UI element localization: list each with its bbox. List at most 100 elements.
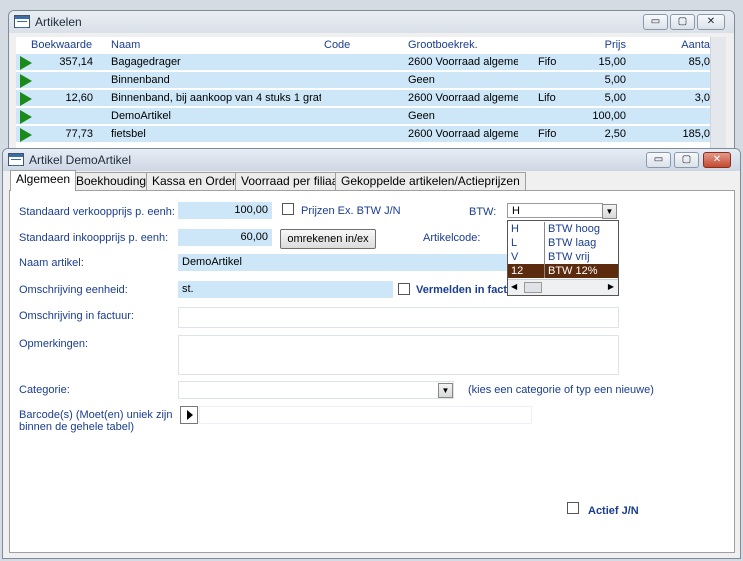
cell-prijs: 2,50: [604, 128, 626, 140]
btw-desc: BTW laag: [548, 237, 597, 249]
cell-methode: Lifo: [538, 92, 556, 104]
grid-vertical-scrollbar[interactable]: [710, 37, 726, 152]
categorie-hint: (kies een categorie of typ een nieuwe): [468, 384, 654, 396]
opmerkingen-field[interactable]: [178, 335, 619, 375]
cell-boekwaarde: 12,60: [65, 92, 93, 104]
scrollbar-thumb[interactable]: [524, 282, 542, 293]
vermelden-checkbox[interactable]: [398, 283, 410, 295]
list-item-selected[interactable]: 12 BTW 12%: [508, 264, 618, 278]
cell-prijs: 5,00: [604, 74, 626, 86]
col-naam[interactable]: Naam: [111, 37, 191, 53]
cell-grootboek: 2600 Voorraad algeme: [408, 56, 518, 68]
cell-naam: fietsbel: [111, 128, 146, 140]
play-icon[interactable]: [20, 74, 32, 88]
dropdown-arrow-icon[interactable]: ▼: [438, 383, 453, 398]
btw-desc: BTW 12%: [548, 265, 598, 277]
col-aantal[interactable]: Aanta: [656, 37, 710, 53]
column-divider: [544, 250, 545, 264]
maximize-button[interactable]: ▢: [670, 14, 695, 30]
table-row[interactable]: 357,14 Bagagedrager 2600 Voorraad algeme…: [16, 54, 710, 71]
btw-code: L: [511, 237, 518, 249]
col-prijs[interactable]: Prijs: [586, 37, 626, 53]
table-row[interactable]: 77,73 fietsbel 2600 Voorraad algeme Fifo…: [16, 126, 710, 143]
btw-dropdown-list: H BTW hoog L BTW laag V BTW vrij 12 BTW …: [507, 220, 619, 296]
cell-boekwaarde: 77,73: [65, 128, 93, 140]
list-item[interactable]: V BTW vrij: [508, 250, 618, 264]
btw-code: H: [511, 223, 519, 235]
btw-code: 12: [511, 265, 524, 277]
cell-methode: Fifo: [538, 128, 557, 140]
scroll-right-icon[interactable]: ▶: [608, 282, 614, 291]
cell-naam: Binnenband, bij aankoop van 4 stuks 1 gr…: [111, 92, 321, 104]
artikelen-grid: Boekwaarde Naam Code Grootboekrek. Prijs…: [16, 37, 710, 152]
scroll-left-icon[interactable]: ◀: [511, 282, 517, 291]
cell-prijs: 100,00: [592, 110, 626, 122]
categorie-field[interactable]: [178, 381, 454, 399]
column-divider: [544, 264, 545, 278]
window-icon: [8, 153, 24, 166]
grid-header: Boekwaarde Naam Code Grootboekrek. Prijs…: [16, 37, 710, 54]
minimize-button[interactable]: ▭: [643, 14, 668, 30]
btw-label: BTW:: [469, 206, 497, 218]
maximize-button[interactable]: ▢: [674, 152, 699, 168]
artikelen-titlebar[interactable]: Artikelen ▭ ▢ ✕: [9, 11, 734, 33]
omschrijving-eenheid-field[interactable]: st.: [178, 281, 393, 298]
naam-artikel-field[interactable]: DemoArtikel: [178, 254, 508, 271]
btw-desc: BTW hoog: [548, 223, 600, 235]
minimize-button[interactable]: ▭: [646, 152, 671, 168]
table-row[interactable]: 12,60 Binnenband, bij aankoop van 4 stuk…: [16, 90, 710, 107]
play-icon[interactable]: [20, 56, 32, 70]
col-grootboek[interactable]: Grootboekrek.: [408, 37, 498, 53]
omschrijving-factuur-field[interactable]: [178, 307, 619, 328]
prijzen-ex-btw-label: Prijzen Ex. BTW J/N: [301, 205, 401, 217]
omschrijving-eenheid-label: Omschrijving eenheid:: [19, 284, 128, 296]
cell-grootboek: Geen: [408, 110, 435, 122]
cell-boekwaarde: 357,14: [59, 56, 93, 68]
cell-methode: [538, 108, 578, 124]
col-code[interactable]: Code: [324, 37, 384, 53]
cell-aantal: 185,0: [682, 128, 710, 140]
tab-algemeen[interactable]: Algemeen: [10, 170, 77, 191]
verkoopprijs-field[interactable]: 100,00: [178, 202, 272, 219]
play-icon[interactable]: [20, 92, 32, 106]
play-icon[interactable]: [20, 110, 32, 124]
artikel-titlebar[interactable]: Artikel DemoArtikel ▭ ▢ ✕: [3, 149, 740, 171]
list-item[interactable]: H BTW hoog: [508, 222, 618, 236]
cell-prijs: 5,00: [604, 92, 626, 104]
window-icon: [14, 15, 30, 28]
dropdown-horizontal-scrollbar[interactable]: ◀ ▶: [508, 279, 618, 295]
actief-label: Actief J/N: [588, 505, 639, 517]
tab-gekoppelde-artikelen[interactable]: Gekoppelde artikelen/Actieprijzen: [335, 172, 526, 190]
vermelden-label: Vermelden in factuu: [416, 284, 521, 296]
omrekenen-button[interactable]: omrekenen in/ex: [280, 229, 376, 249]
btw-field[interactable]: H: [507, 203, 603, 218]
cell-grootboek: Geen: [408, 74, 435, 86]
btw-desc: BTW vrij: [548, 251, 590, 263]
barcode-field[interactable]: [199, 406, 532, 424]
cell-naam: Bagagedrager: [111, 56, 181, 68]
cell-prijs: 15,00: [598, 56, 626, 68]
inkoopprijs-label: Standaard inkoopprijs p. eenh:: [19, 232, 169, 244]
tab-kassa-en-orders[interactable]: Kassa en Orders: [146, 172, 249, 190]
close-button[interactable]: ✕: [703, 152, 731, 168]
table-row[interactable]: Binnenband Geen 5,00: [16, 72, 710, 89]
dropdown-arrow-icon[interactable]: ▼: [602, 204, 617, 219]
cell-naam: Binnenband: [111, 74, 170, 86]
omschrijving-factuur-label: Omschrijving in factuur:: [19, 310, 134, 322]
play-icon[interactable]: [20, 128, 32, 142]
actief-checkbox[interactable]: [567, 502, 579, 514]
barcode-label: Barcode(s) (Moet(en) uniek zijn binnen d…: [19, 409, 173, 433]
column-divider: [544, 236, 545, 250]
prijzen-ex-btw-checkbox[interactable]: [282, 203, 294, 215]
tab-voorraad-per-filiaal[interactable]: Voorraad per filiaal: [235, 172, 348, 190]
record-nav-icon[interactable]: [180, 406, 198, 424]
tab-boekhouding[interactable]: Boekhouding: [70, 172, 153, 190]
artikelen-title: Artikelen: [35, 15, 82, 29]
col-boekwaarde[interactable]: Boekwaarde: [31, 37, 111, 53]
inkoopprijs-field[interactable]: 60,00: [178, 229, 272, 246]
table-row[interactable]: DemoArtikel Geen 100,00: [16, 108, 710, 125]
verkoopprijs-label: Standaard verkoopprijs p. eenh:: [19, 206, 175, 218]
close-button[interactable]: ✕: [697, 14, 725, 30]
cell-methode: [538, 72, 578, 88]
list-item[interactable]: L BTW laag: [508, 236, 618, 250]
